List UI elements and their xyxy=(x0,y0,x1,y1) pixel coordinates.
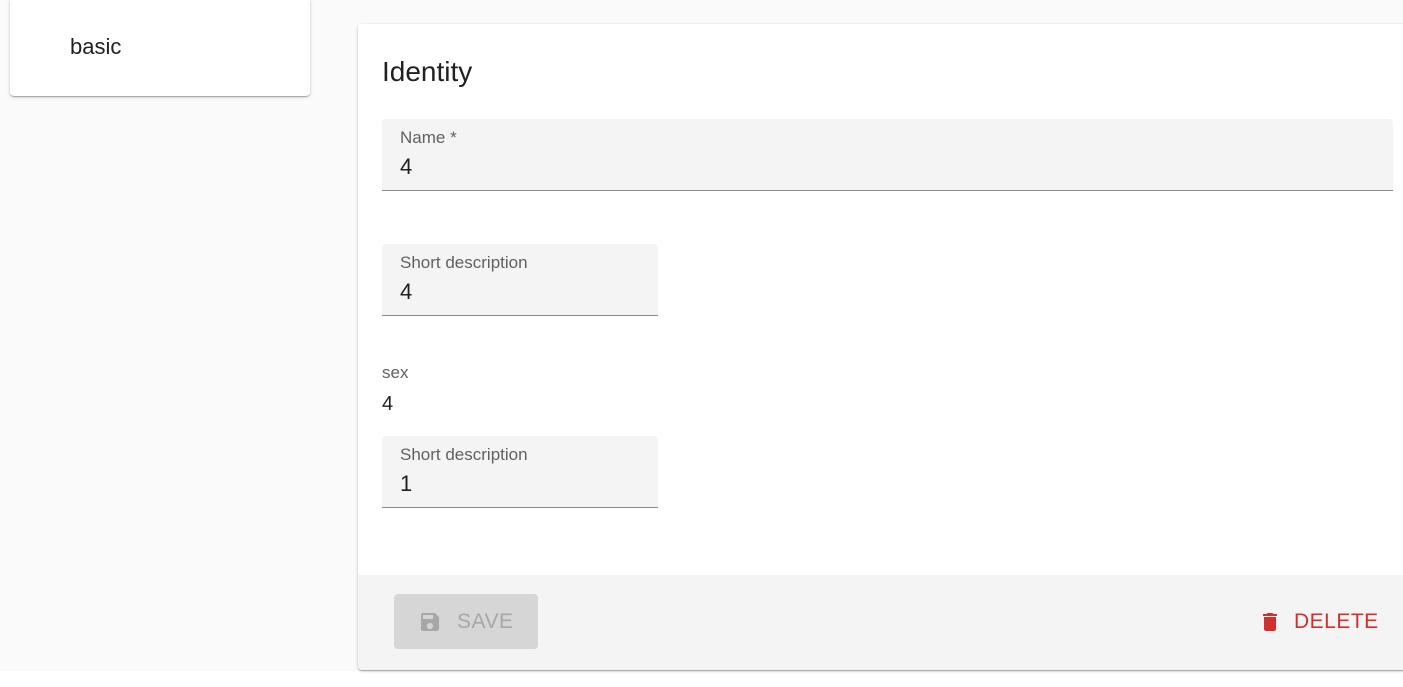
page-bottom-strip xyxy=(0,671,1403,687)
edit-form: Identity Name * 4 Short description 4 se… xyxy=(358,24,1403,670)
tab-basic[interactable]: basic xyxy=(70,34,121,60)
trash-icon xyxy=(1258,610,1282,634)
section-title-identity: Identity xyxy=(382,56,473,87)
delete-button-label: DELETE xyxy=(1294,609,1379,633)
sex-short-description-field[interactable]: Short description 1 xyxy=(382,436,658,508)
sex-label: sex xyxy=(382,363,409,382)
short-description-label: Short description xyxy=(400,253,528,272)
short-description-value[interactable]: 4 xyxy=(400,280,412,304)
sex-short-description-label: Short description xyxy=(400,445,528,464)
save-icon xyxy=(418,610,442,634)
short-description-field[interactable]: Short description 4 xyxy=(382,244,658,316)
sex-short-description-value[interactable]: 1 xyxy=(400,472,412,496)
form-toolbar: SAVE DELETE xyxy=(358,575,1403,670)
save-button[interactable]: SAVE xyxy=(394,594,538,649)
save-button-label: SAVE xyxy=(457,609,514,633)
delete-button[interactable]: DELETE xyxy=(1250,594,1390,649)
name-field[interactable]: Name * 4 xyxy=(382,119,1393,191)
sex-value: 4 xyxy=(382,393,394,415)
name-field-label: Name * xyxy=(400,128,457,147)
name-field-value[interactable]: 4 xyxy=(400,155,412,179)
tabs-menu: basic xyxy=(10,0,310,96)
